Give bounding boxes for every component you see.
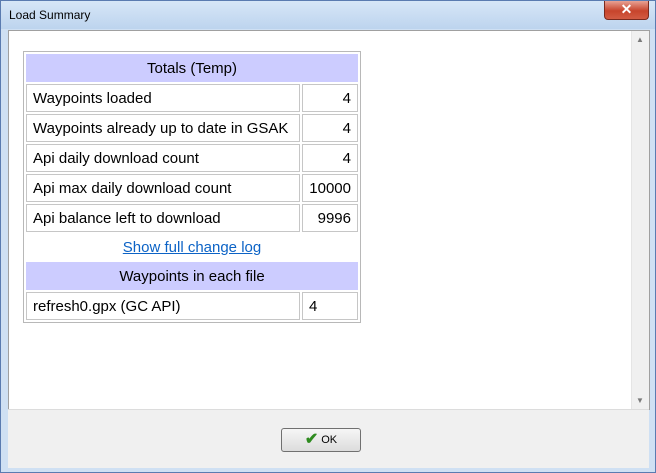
files-header: Waypoints in each file: [26, 262, 358, 290]
row-value: 9996: [302, 204, 358, 232]
row-label: Api max daily download count: [26, 174, 300, 202]
scroll-up-icon[interactable]: ▲: [636, 35, 644, 44]
table-row: Api balance left to download 9996: [26, 204, 358, 232]
table-row: Waypoints loaded 4: [26, 84, 358, 112]
load-summary-window: Load Summary ✕ Totals (Temp) Waypoints l…: [0, 0, 656, 473]
close-icon: ✕: [620, 1, 633, 17]
row-value: 10000: [302, 174, 358, 202]
row-label: Api balance left to download: [26, 204, 300, 232]
checkmark-icon: ✔: [304, 431, 319, 448]
row-label: Api daily download count: [26, 144, 300, 172]
content-area: Totals (Temp) Waypoints loaded 4 Waypoin…: [8, 30, 650, 410]
show-change-log-link[interactable]: Show full change log: [123, 239, 261, 256]
ok-button[interactable]: ✔ OK: [281, 428, 361, 452]
button-bar: ✔ OK: [8, 409, 649, 468]
row-label: Waypoints loaded: [26, 84, 300, 112]
table-row: refresh0.gpx (GC API) 4: [26, 292, 358, 320]
table-row: Api daily download count 4: [26, 144, 358, 172]
ok-label: OK: [321, 434, 338, 446]
row-value: 4: [302, 84, 358, 112]
scroll-down-icon[interactable]: ▼: [636, 396, 644, 405]
table-row: Api max daily download count 10000: [26, 174, 358, 202]
file-name: refresh0.gpx (GC API): [26, 292, 300, 320]
row-label: Waypoints already up to date in GSAK: [26, 114, 300, 142]
file-waypoint-count: 4: [302, 292, 358, 320]
totals-header: Totals (Temp): [26, 54, 358, 82]
vertical-scrollbar[interactable]: ▲ ▼: [631, 31, 649, 409]
row-value: 4: [302, 114, 358, 142]
title-bar[interactable]: Load Summary ✕: [1, 1, 655, 29]
row-value: 4: [302, 144, 358, 172]
summary-table: Totals (Temp) Waypoints loaded 4 Waypoin…: [23, 51, 361, 323]
change-log-cell: Show full change log: [26, 234, 358, 260]
close-button[interactable]: ✕: [604, 1, 649, 20]
window-title: Load Summary: [9, 8, 91, 22]
table-row: Waypoints already up to date in GSAK 4: [26, 114, 358, 142]
